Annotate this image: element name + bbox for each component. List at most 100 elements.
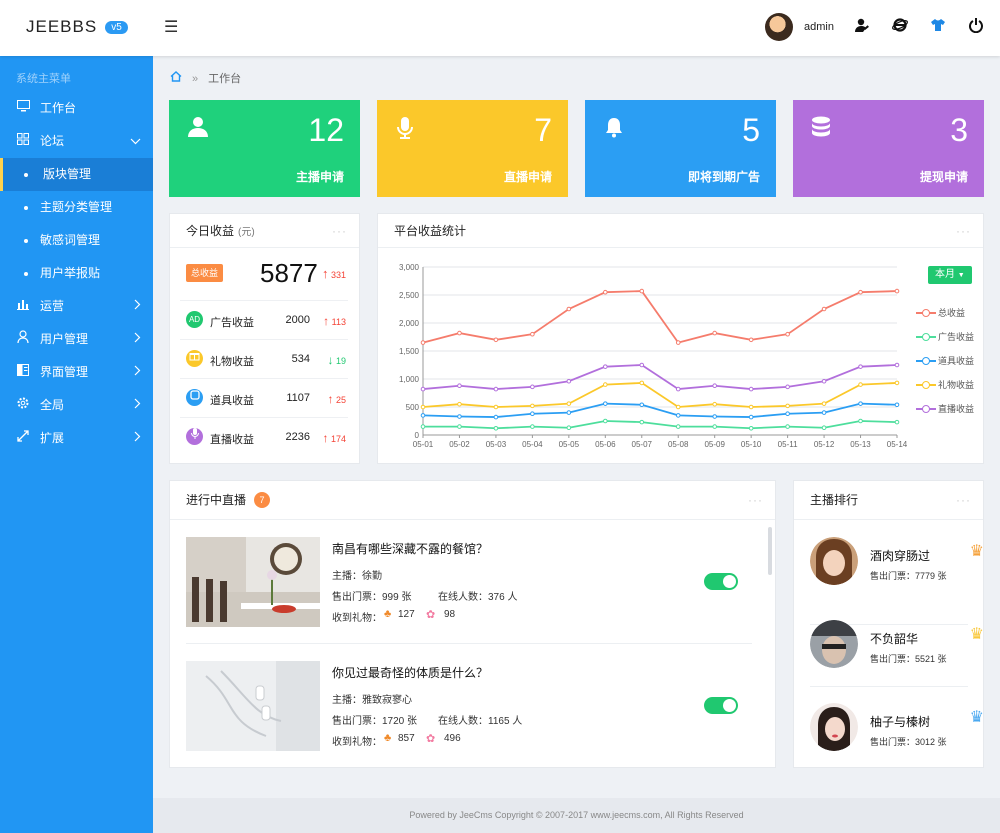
sidebar-subitem-label: 敏感词管理 bbox=[40, 233, 101, 247]
x-tick-label: 05-12 bbox=[814, 440, 835, 449]
live-gift-label: 收到礼物： bbox=[332, 613, 382, 624]
anchor-tickets: 售出门票：5521 张 bbox=[870, 654, 947, 664]
sidebar-item-users[interactable]: 用户管理 bbox=[0, 323, 153, 356]
y-tick-label: 500 bbox=[406, 403, 420, 412]
sidebar-subitem-topic-category[interactable]: 主题分类管理 bbox=[0, 191, 153, 224]
live-title[interactable]: 你见过最奇怪的体质是什么？ bbox=[332, 664, 488, 681]
sidebar-item-label: 界面管理 bbox=[40, 365, 89, 379]
sidebar-subitem-sensitive-words[interactable]: 敏感词管理 bbox=[0, 224, 153, 257]
gift1-count: 127 bbox=[398, 609, 415, 620]
data-point bbox=[821, 425, 827, 431]
sidebar-item-forum[interactable]: 论坛 bbox=[0, 125, 153, 158]
username[interactable]: admin bbox=[804, 21, 834, 33]
series-line bbox=[422, 290, 898, 344]
legend-marker bbox=[922, 333, 930, 341]
more-icon[interactable]: ··· bbox=[748, 481, 763, 520]
y-tick-label: 2,000 bbox=[399, 319, 420, 328]
delta-value: 25 bbox=[335, 395, 346, 405]
data-point bbox=[420, 386, 426, 392]
breadcrumb-separator: » bbox=[192, 73, 199, 85]
power-icon[interactable] bbox=[966, 17, 986, 37]
sidebar-item-interface[interactable]: 界面管理 bbox=[0, 356, 153, 389]
total-delta: ↑ 331 bbox=[322, 266, 346, 281]
sidebar-subitem-board[interactable]: 版块管理 bbox=[0, 158, 153, 191]
ranking-item[interactable]: 酒肉穿肠过 售出门票：7779 张 ♛ bbox=[810, 537, 984, 619]
data-point bbox=[858, 289, 863, 295]
series-line bbox=[422, 364, 898, 391]
ad-icon: AD bbox=[186, 311, 203, 328]
earning-delta: ↑ 113 bbox=[323, 314, 346, 328]
x-tick-label: 05-09 bbox=[704, 440, 725, 449]
more-icon[interactable]: ··· bbox=[956, 214, 971, 248]
card-header: 进行中直播 7 ··· bbox=[170, 481, 775, 520]
sidebar-item-extensions[interactable]: 扩展 bbox=[0, 422, 153, 455]
arrow-up-icon: ↑ bbox=[327, 392, 334, 406]
data-point bbox=[639, 362, 645, 368]
ranking-item[interactable]: 柚子与榛树 售出门票：3012 张 ♛ bbox=[810, 703, 984, 785]
data-point bbox=[639, 419, 645, 425]
data-point bbox=[566, 378, 572, 384]
data-point bbox=[748, 425, 754, 431]
data-point bbox=[603, 364, 608, 369]
divider bbox=[186, 643, 752, 644]
data-point bbox=[530, 331, 535, 337]
gift-icon bbox=[186, 350, 203, 367]
earning-label: 广告收益 bbox=[210, 317, 254, 329]
scrollbar[interactable] bbox=[768, 527, 772, 575]
data-point bbox=[420, 413, 426, 418]
arrow-down-icon: ↓ bbox=[327, 353, 334, 367]
earning-label: 直播收益 bbox=[210, 434, 254, 446]
shirt-icon[interactable] bbox=[928, 17, 948, 37]
data-point bbox=[894, 419, 900, 425]
user-settings-icon[interactable] bbox=[852, 17, 872, 37]
anchor-name[interactable]: 柚子与榛树 bbox=[870, 713, 930, 730]
live-item[interactable]: 你见过最奇怪的体质是什么？ 主播：雅致寂寥心 售出门票：1720 张 在线人数：… bbox=[186, 661, 754, 785]
sidebar-item-operations[interactable]: 运营 bbox=[0, 290, 153, 323]
sidebar-item-workbench[interactable]: 工作台 bbox=[0, 92, 153, 125]
sidebar-title: 系统主菜单 bbox=[16, 73, 71, 85]
data-point bbox=[712, 330, 717, 336]
live-title[interactable]: 南昌有哪些深藏不露的餐馆？ bbox=[332, 540, 488, 557]
sidebar-item-label: 全局 bbox=[40, 398, 65, 412]
live-toggle[interactable] bbox=[704, 697, 738, 714]
y-tick-label: 0 bbox=[415, 431, 420, 440]
data-point bbox=[675, 386, 681, 392]
data-point bbox=[748, 386, 754, 392]
card-title: 进行中直播 bbox=[186, 493, 247, 507]
data-point bbox=[894, 380, 900, 386]
sidebar-item-label: 用户管理 bbox=[40, 332, 89, 346]
more-icon[interactable]: ··· bbox=[956, 481, 971, 520]
card-header: 平台收益统计 ··· bbox=[378, 214, 983, 248]
y-tick-label: 3,000 bbox=[399, 263, 420, 272]
stat-card-live-apply[interactable]: 7 直播申请 bbox=[377, 100, 568, 197]
sidebar-subitem-user-reports[interactable]: 用户举报贴 bbox=[0, 257, 153, 290]
home-icon[interactable] bbox=[170, 70, 182, 85]
data-point bbox=[675, 413, 681, 418]
earning-label: 礼物收益 bbox=[210, 356, 254, 368]
stat-card-expiring-ads[interactable]: 5 即将到期广告 bbox=[585, 100, 776, 197]
earning-value: 2236 bbox=[285, 431, 310, 443]
browser-icon[interactable] bbox=[890, 17, 910, 37]
chevron-down-icon bbox=[130, 125, 141, 158]
anchor-name[interactable]: 不负韶华 bbox=[870, 630, 918, 647]
arrow-up-icon: ↑ bbox=[322, 266, 329, 281]
period-dropdown[interactable]: 本月 ▼ bbox=[928, 266, 972, 284]
data-point bbox=[457, 414, 462, 419]
data-point bbox=[748, 404, 754, 410]
delta-value: 331 bbox=[331, 270, 347, 280]
sidebar-item-global[interactable]: 全局 bbox=[0, 389, 153, 422]
more-icon[interactable]: ··· bbox=[332, 214, 347, 248]
live-toggle[interactable] bbox=[704, 573, 738, 590]
logo[interactable]: JEEBBS v5 bbox=[26, 17, 128, 37]
earning-delta: ↓ 19 bbox=[327, 353, 346, 367]
anchor-name[interactable]: 酒肉穿肠过 bbox=[870, 547, 930, 564]
y-tick-label: 1,000 bbox=[399, 375, 420, 384]
menu-toggle-icon[interactable]: ☰ bbox=[164, 17, 178, 37]
stat-card-anchor-apply[interactable]: 12 主播申请 bbox=[169, 100, 360, 197]
stat-card-withdraw[interactable]: 3 提现申请 bbox=[793, 100, 984, 197]
bullet-icon bbox=[24, 239, 28, 243]
ranking-item[interactable]: 不负韶华 售出门票：5521 张 ♛ bbox=[810, 620, 984, 702]
gift1-count: 857 bbox=[398, 733, 415, 744]
avatar[interactable] bbox=[765, 13, 793, 41]
earning-row-ads: AD 广告收益 2000 ↑ 113 bbox=[180, 300, 348, 339]
